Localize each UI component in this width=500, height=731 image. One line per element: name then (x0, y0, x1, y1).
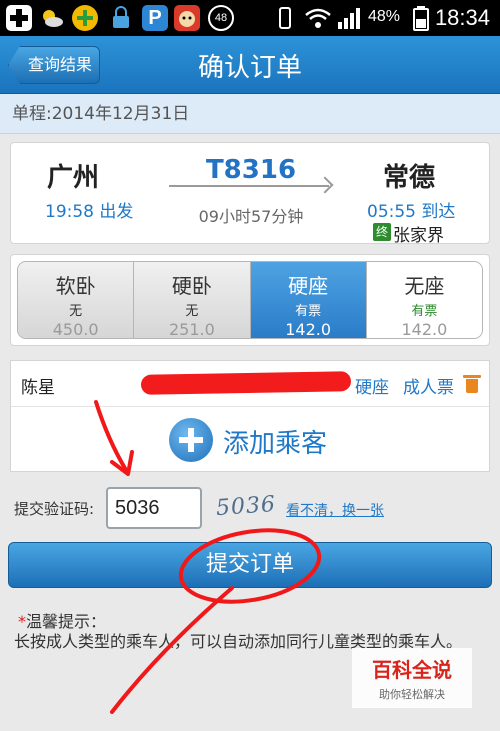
passenger-seat-type[interactable]: 硬座 (355, 373, 389, 398)
signal-icon (336, 5, 362, 31)
count-badge-icon: 48 (208, 5, 234, 31)
seat-option-hard-seat[interactable]: 硬座 有票 142.0 (250, 262, 367, 339)
seat-type-selector: 软卧 无 450.0 硬卧 无 251.0 硬座 有票 142.0 无座 有票 … (17, 261, 483, 339)
captcha-input-value: 5036 (115, 497, 160, 519)
seat-availability: 有票 (295, 304, 322, 319)
seat-option-no-seat[interactable]: 无座 有票 142.0 (366, 262, 482, 339)
seat-name: 软卧 (55, 274, 96, 298)
tips-title: *温馨提示： (18, 608, 106, 632)
redaction-mark (140, 371, 352, 395)
seat-price: 142.0 (401, 320, 448, 339)
captcha-input[interactable]: 5036 (106, 487, 202, 529)
captcha-label: 提交验证码: (14, 500, 95, 518)
weather-icon (38, 5, 64, 31)
lock-icon (108, 5, 134, 31)
captcha-image[interactable]: 5036 (215, 490, 277, 524)
passenger-panel: 陈星 5 硬座 成人票 添加乘客 (10, 360, 490, 472)
arrive-time: 05:55 到达 (367, 202, 456, 222)
passenger-ticket-type[interactable]: 成人票 (403, 373, 454, 398)
passenger-row[interactable]: 陈星 5 硬座 成人票 (11, 361, 489, 407)
trash-icon[interactable] (463, 373, 481, 393)
parking-icon: P (142, 5, 168, 31)
captcha-image-text: 5036 (215, 491, 277, 522)
seat-price: 450.0 (52, 320, 99, 339)
page-title: 确认订单 (197, 53, 302, 83)
submit-order-button[interactable]: 提交订单 (8, 542, 492, 588)
terminal-badge: 终 (373, 223, 391, 241)
seat-price: 142.0 (285, 320, 332, 339)
to-station: 常德 (383, 163, 436, 193)
wifi-icon (304, 5, 331, 31)
seat-name: 硬卧 (171, 274, 212, 298)
asterisk-icon: * (18, 612, 26, 631)
seat-name: 无座 (404, 274, 445, 298)
trip-date: 单程:2014年12月31日 (0, 94, 500, 134)
train-info-card: 广州 19:58 出发 T8316 09小时57分钟 常德 05:55 到达 终… (10, 142, 490, 246)
cat-app-icon (174, 5, 200, 31)
add-passenger-label: 添加乘客 (223, 429, 328, 459)
add-notification-icon (6, 5, 32, 31)
seat-availability: 无 (185, 304, 199, 319)
seat-type-panel: 软卧 无 450.0 硬卧 无 251.0 硬座 有票 142.0 无座 有票 … (10, 254, 490, 346)
seat-price: 251.0 (168, 320, 215, 339)
seat-option-hard-sleeper[interactable]: 硬卧 无 251.0 (134, 262, 251, 339)
seat-availability: 无 (69, 304, 83, 319)
add-passenger-button[interactable]: 添加乘客 (11, 409, 489, 471)
clock: 18:34 (434, 5, 490, 30)
watermark-logo: 百科全说 助你轻松解决 (352, 648, 472, 708)
watermark-subtitle: 助你轻松解决 (379, 688, 445, 701)
captcha-refresh-link[interactable]: 看不清，换一张 (286, 500, 384, 520)
title-bar: 查询结果 确认订单 (0, 36, 500, 94)
battery-percent: 48% (368, 8, 401, 25)
route-arrow-line (169, 185, 329, 187)
vibrate-icon (272, 5, 298, 31)
passenger-name: 陈星 (21, 378, 55, 398)
plus-circle-icon (169, 418, 213, 462)
terminal-station: 张家界 (393, 226, 444, 246)
seat-name: 硬座 (288, 274, 329, 298)
seat-availability: 有票 (411, 304, 438, 319)
status-bar: P 48 48% 18:34 (0, 0, 500, 36)
app-icon-green (72, 5, 98, 31)
seat-option-soft-sleeper[interactable]: 软卧 无 450.0 (18, 262, 135, 339)
watermark-title: 百科全说 (372, 658, 452, 682)
tips-title-text: 温馨提示： (26, 612, 107, 631)
